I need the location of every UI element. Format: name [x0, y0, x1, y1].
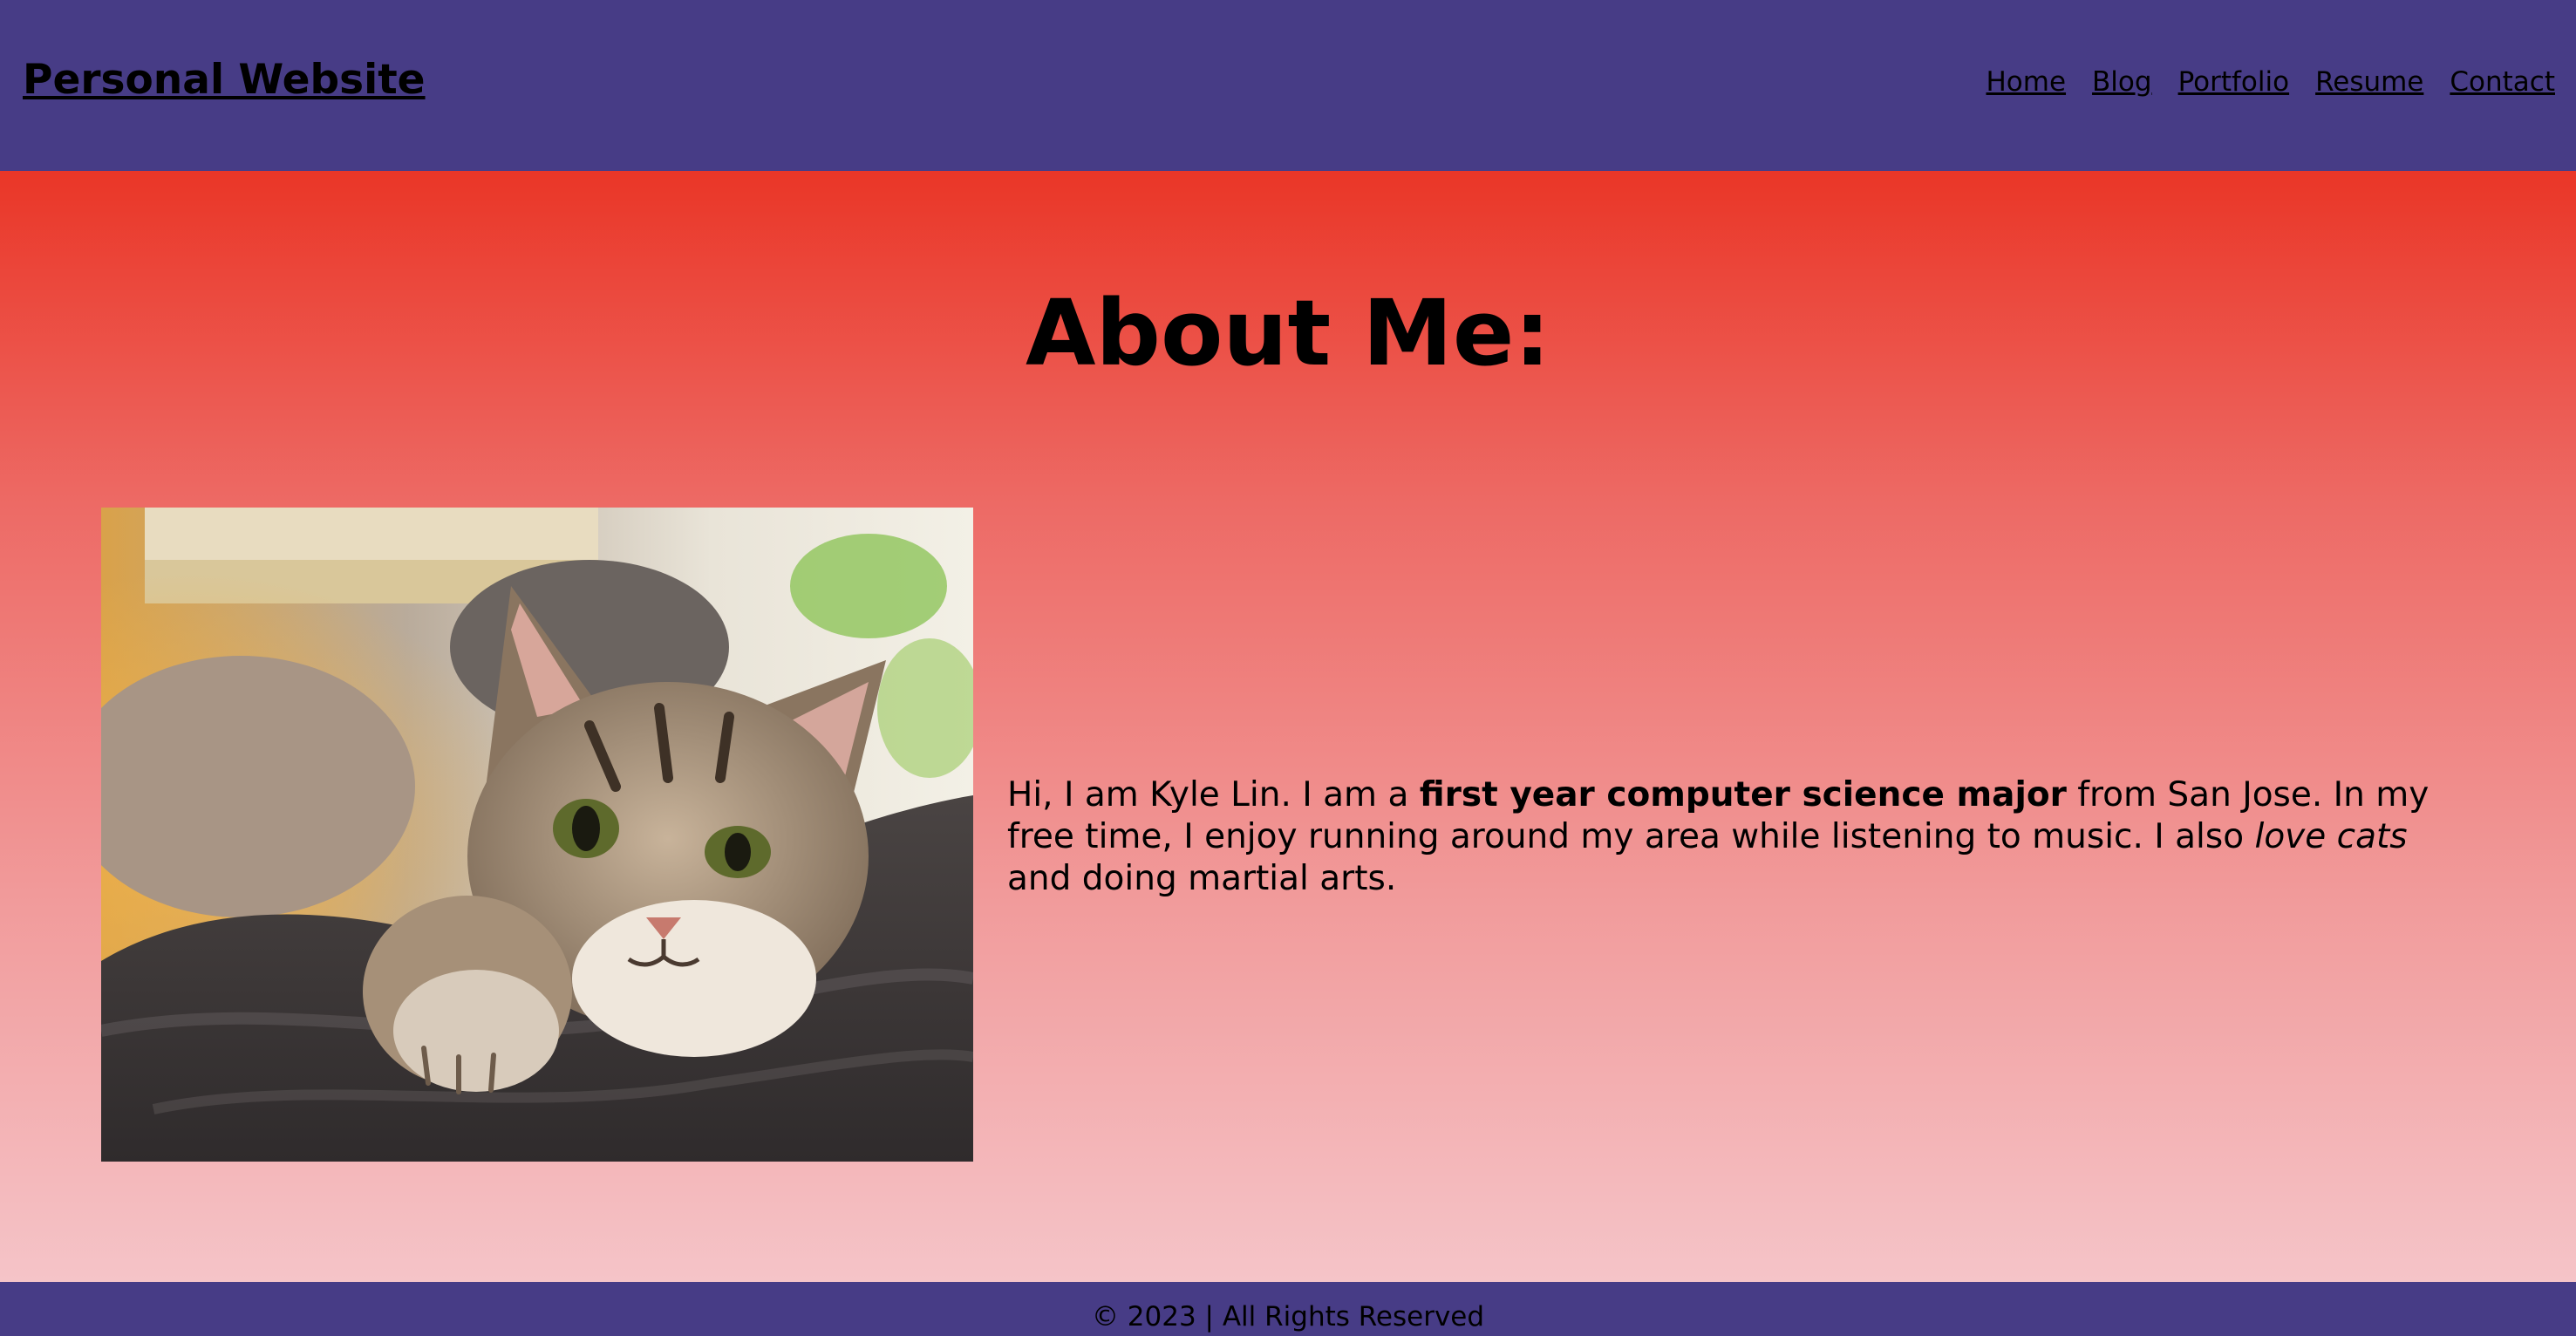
- nav-link-blog[interactable]: Blog: [2092, 66, 2152, 99]
- nav-link-portfolio[interactable]: Portfolio: [2178, 66, 2290, 99]
- page-title: About Me:: [1026, 280, 1550, 386]
- site-header: Personal Website Home Blog Portfolio Res…: [0, 0, 2576, 171]
- bio-paragraph: Hi, I am Kyle Lin. I am a first year com…: [1007, 774, 2437, 900]
- bio-love-cats: love cats: [2254, 817, 2408, 856]
- bio-major-highlight: first year computer science major: [1419, 775, 2067, 815]
- nav-link-contact[interactable]: Contact: [2450, 66, 2555, 99]
- copyright-text: © 2023 | All Rights Reserved: [1091, 1301, 1485, 1333]
- about-section: About Me: Hi, I am Kyle Lin. I am a firs…: [0, 171, 2576, 1282]
- nav-link-home[interactable]: Home: [1986, 66, 2066, 99]
- main-nav: Home Blog Portfolio Resume Contact: [1986, 66, 2555, 99]
- site-footer: © 2023 | All Rights Reserved: [0, 1282, 2576, 1336]
- bio-text-intro: Hi, I am Kyle Lin. I am a: [1007, 775, 1420, 815]
- site-title[interactable]: Personal Website: [23, 56, 426, 105]
- bio-text-end: and doing martial arts.: [1007, 859, 1397, 898]
- cat-photo: [101, 508, 973, 1162]
- nav-link-resume[interactable]: Resume: [2315, 66, 2423, 99]
